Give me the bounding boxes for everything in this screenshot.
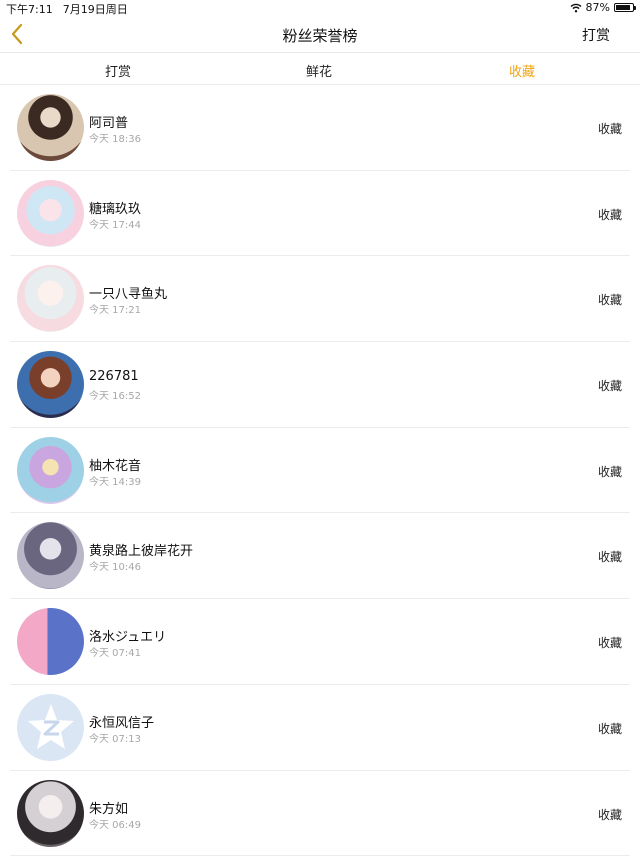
list-item[interactable]: 永恒风信子 今天 07:13 收藏 (0, 685, 640, 771)
avatar (17, 694, 84, 761)
default-avatar-icon (24, 700, 78, 754)
action-label: 收藏 (598, 548, 622, 565)
fan-name: 洛水ジュエリ (89, 626, 166, 645)
fan-name: 永恒风信子 (89, 712, 154, 731)
fan-time: 今天 14:39 (89, 473, 141, 488)
status-date: 7月19日周日 (63, 3, 128, 16)
fan-time: 今天 16:52 (89, 387, 141, 402)
fan-time: 今天 07:13 (89, 730, 141, 745)
page-title: 粉丝荣誉榜 (0, 25, 640, 46)
status-right: 87% (570, 1, 634, 14)
action-label: 收藏 (598, 291, 622, 308)
action-label: 收藏 (598, 377, 622, 394)
list-item[interactable]: 黄泉路上彼岸花开 今天 10:46 收藏 (0, 513, 640, 599)
list-item[interactable]: 柚木花音 今天 14:39 收藏 (0, 428, 640, 514)
fan-time: 今天 10:46 (89, 558, 141, 573)
list-item[interactable]: 一只八寻鱼丸 今天 17:21 收藏 (0, 256, 640, 342)
avatar (17, 94, 84, 161)
fan-time: 今天 07:41 (89, 644, 141, 659)
fan-name: 226781 (89, 369, 139, 384)
fan-name: 糖璃玖玖 (89, 198, 141, 217)
avatar (17, 265, 84, 332)
battery-icon (614, 3, 634, 12)
list-item[interactable]: 洛水ジュエリ 今天 07:41 收藏 (0, 599, 640, 685)
status-left: 下午7:11 7月19日周日 (6, 1, 128, 17)
fan-time: 今天 18:36 (89, 130, 141, 145)
avatar (17, 608, 84, 675)
fan-time: 今天 17:21 (89, 301, 141, 316)
fan-time: 今天 17:44 (89, 216, 141, 231)
avatar (17, 351, 84, 418)
action-label: 收藏 (598, 120, 622, 137)
battery-percent: 87% (586, 1, 610, 14)
tab-favorites[interactable]: 收藏 (509, 61, 535, 80)
list-item[interactable]: 阿司普 今天 18:36 收藏 (0, 85, 640, 171)
action-label: 收藏 (598, 634, 622, 651)
list-item[interactable]: 226781 今天 16:52 收藏 (0, 342, 640, 428)
fan-name: 朱方如 (89, 798, 128, 817)
action-label: 收藏 (598, 463, 622, 480)
reward-button[interactable]: 打赏 (582, 25, 610, 45)
wifi-icon (570, 3, 582, 13)
status-time: 下午7:11 (6, 3, 53, 16)
battery-fill (616, 5, 630, 10)
avatar (17, 780, 84, 847)
fan-name: 阿司普 (89, 112, 128, 131)
fan-name: 黄泉路上彼岸花开 (89, 540, 193, 559)
action-label: 收藏 (598, 720, 622, 737)
action-label: 收藏 (598, 206, 622, 223)
tab-bar: 打赏 鲜花 收藏 (0, 53, 640, 84)
fan-list: 阿司普 今天 18:36 收藏 糖璃玖玖 今天 17:44 收藏 一只八寻鱼丸 … (0, 85, 640, 856)
list-item[interactable]: 朱方如 今天 06:49 收藏 (0, 771, 640, 856)
fan-time: 今天 06:49 (89, 816, 141, 831)
list-item[interactable]: 糖璃玖玖 今天 17:44 收藏 (0, 171, 640, 257)
avatar (17, 437, 84, 504)
fan-name: 一只八寻鱼丸 (89, 283, 167, 302)
nav-bar: 粉丝荣誉榜 打赏 (0, 16, 640, 52)
tab-flowers[interactable]: 鲜花 (306, 61, 332, 80)
fan-name: 柚木花音 (89, 455, 141, 474)
avatar (17, 180, 84, 247)
avatar (17, 522, 84, 589)
tab-reward[interactable]: 打赏 (105, 61, 131, 80)
status-bar: 下午7:11 7月19日周日 87% (0, 0, 640, 16)
action-label: 收藏 (598, 806, 622, 823)
